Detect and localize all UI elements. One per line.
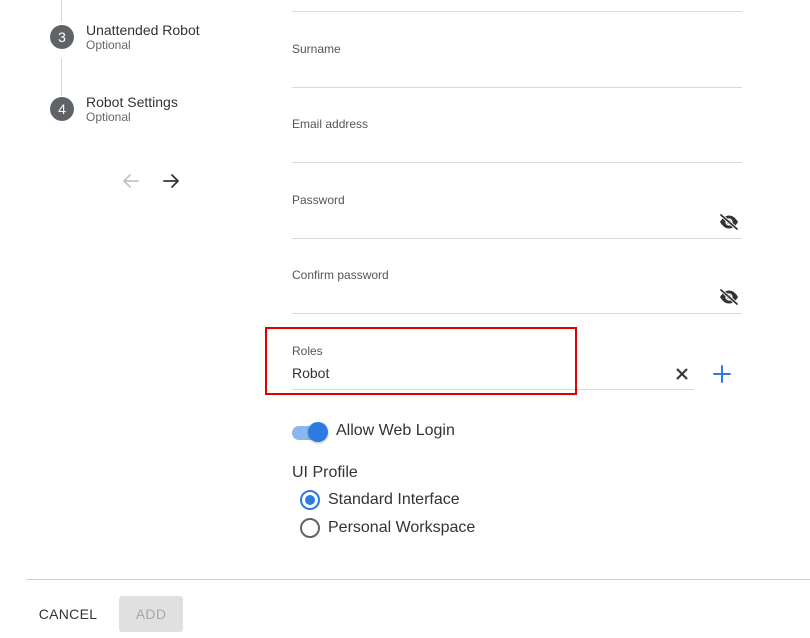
allow-web-login-toggle[interactable] xyxy=(292,421,330,443)
confirm-password-label: Confirm password xyxy=(292,268,389,282)
email-label: Email address xyxy=(292,117,369,131)
personal-workspace-label[interactable]: Personal Workspace xyxy=(328,519,475,537)
step-subtitle: Optional xyxy=(86,38,131,52)
toggle-thumb xyxy=(308,422,328,442)
previous-step-arrow-icon[interactable] xyxy=(120,170,142,192)
next-step-arrow-icon[interactable] xyxy=(160,170,182,192)
allow-web-login-label: Allow Web Login xyxy=(336,422,455,439)
ui-profile-heading: UI Profile xyxy=(292,464,358,481)
roles-label: Roles xyxy=(292,344,323,358)
personal-workspace-radio[interactable] xyxy=(300,518,320,538)
visibility-off-icon[interactable] xyxy=(718,288,740,306)
confirm-password-field[interactable]: Confirm password xyxy=(292,264,742,314)
previous-field-underline[interactable] xyxy=(292,0,742,12)
step-number-4: 4 xyxy=(50,97,74,121)
password-label: Password xyxy=(292,193,345,207)
email-field[interactable]: Email address xyxy=(292,113,742,163)
add-button[interactable]: ADD xyxy=(119,596,183,632)
roles-field[interactable]: Roles Robot xyxy=(292,340,694,390)
cancel-button[interactable]: CANCEL xyxy=(30,597,106,631)
surname-field[interactable]: Surname xyxy=(292,38,742,88)
surname-label: Surname xyxy=(292,42,341,56)
footer-divider xyxy=(26,579,810,580)
step-connector xyxy=(61,0,62,22)
standard-interface-radio[interactable] xyxy=(300,490,320,510)
step-number-3: 3 xyxy=(50,25,74,49)
standard-interface-label[interactable]: Standard Interface xyxy=(328,491,460,509)
step-title-robot-settings[interactable]: Robot Settings xyxy=(86,94,178,110)
plus-icon[interactable] xyxy=(711,363,733,385)
roles-value[interactable]: Robot xyxy=(292,365,329,381)
step-connector xyxy=(61,58,62,96)
step-title-unattended-robot[interactable]: Unattended Robot xyxy=(86,22,200,38)
visibility-off-icon[interactable] xyxy=(718,213,740,231)
password-field[interactable]: Password xyxy=(292,189,742,239)
close-icon[interactable] xyxy=(674,366,690,382)
step-subtitle: Optional xyxy=(86,110,131,124)
